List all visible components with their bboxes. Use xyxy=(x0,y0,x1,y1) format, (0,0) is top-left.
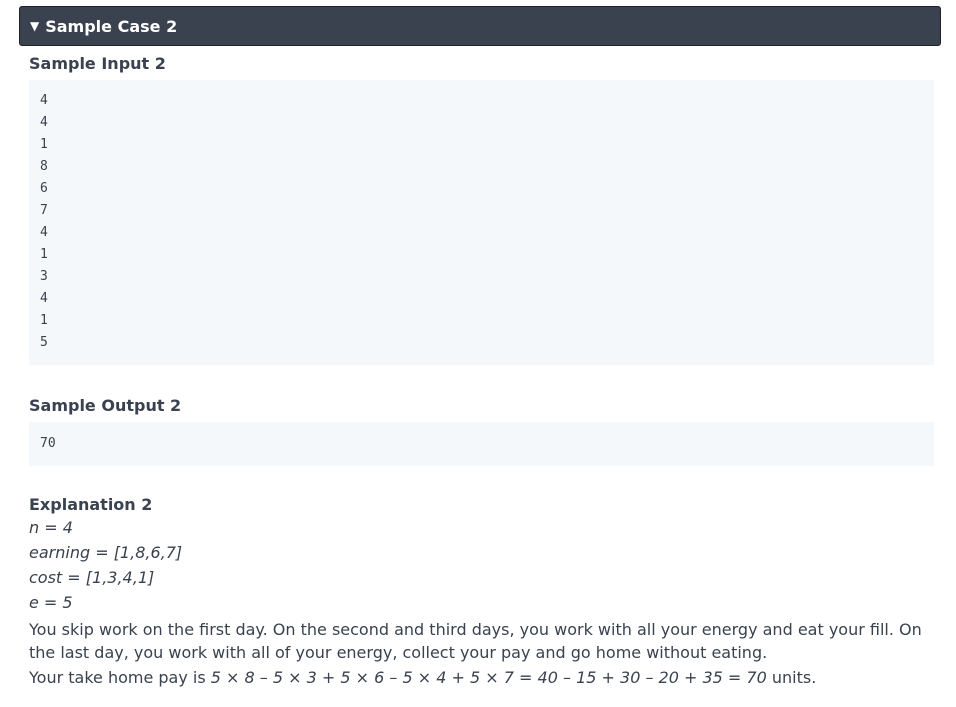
sample-input-box: 4 4 1 8 6 7 4 1 3 4 1 5 xyxy=(29,80,934,365)
sample-input-line: 1 xyxy=(40,313,48,328)
take-home-pay-line: Your take home pay is 5 × 8 – 5 × 3 + 5 … xyxy=(29,666,934,689)
sample-case-toggle[interactable]: ▼ Sample Case 2 xyxy=(19,6,941,46)
explanation-title: Explanation 2 xyxy=(29,495,153,514)
sample-input-line: 4 xyxy=(40,93,48,108)
sample-output-box: 70 xyxy=(29,422,934,466)
sample-input-line: 4 xyxy=(40,291,48,306)
sample-input-line: 1 xyxy=(40,137,48,152)
explanation-var-e: e = 5 xyxy=(29,593,73,612)
sample-input-line: 7 xyxy=(40,203,48,218)
sample-input-line: 5 xyxy=(40,335,48,350)
explanation-paragraph: You skip work on the first day. On the s… xyxy=(29,620,922,662)
explanation-var-earning: earning = [1,8,6,7] xyxy=(29,543,183,562)
sample-case-title: Sample Case 2 xyxy=(45,16,178,36)
sample-input-line: 4 xyxy=(40,115,48,130)
sample-input-line: 4 xyxy=(40,225,48,240)
explanation-var-cost: cost = [1,3,4,1] xyxy=(29,568,155,587)
collapse-triangle-icon: ▼ xyxy=(30,19,40,33)
sample-input-title: Sample Input 2 xyxy=(29,54,166,73)
sample-output-line: 70 xyxy=(40,436,56,451)
pay-prefix: Your take home pay is xyxy=(29,668,206,687)
sample-output-title: Sample Output 2 xyxy=(29,396,182,415)
pay-formula: 5 × 8 – 5 × 3 + 5 × 6 – 5 × 4 + 5 × 7 = … xyxy=(210,668,767,687)
sample-input-line: 6 xyxy=(40,181,48,196)
sample-input-line: 3 xyxy=(40,269,48,284)
sample-input-line: 1 xyxy=(40,247,48,262)
sample-input-line: 8 xyxy=(40,159,48,174)
pay-suffix: units. xyxy=(771,668,817,687)
explanation-var-n: n = 4 xyxy=(29,518,73,537)
